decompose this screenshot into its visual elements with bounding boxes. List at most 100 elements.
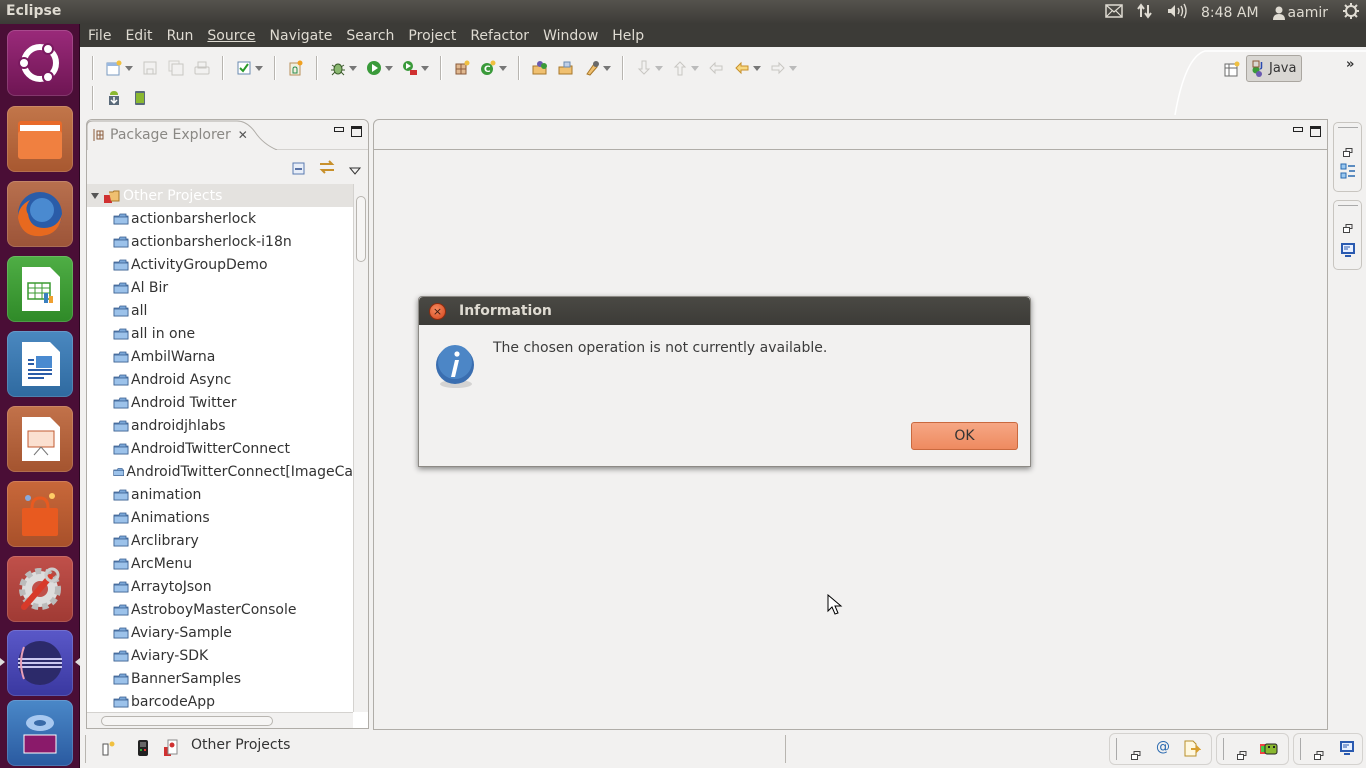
open-task-icon[interactable] bbox=[557, 59, 575, 77]
project-item[interactable]: actionbarsherlock-i18n bbox=[87, 230, 353, 253]
android-sdk-manager-icon[interactable] bbox=[105, 89, 123, 107]
expand-toggle-icon[interactable] bbox=[91, 192, 99, 199]
task-dropdown[interactable] bbox=[255, 65, 263, 71]
console-trim-icon[interactable] bbox=[1339, 740, 1355, 760]
back-icon[interactable] bbox=[733, 59, 751, 77]
project-item[interactable]: AstroboyMasterConsole bbox=[87, 598, 353, 621]
menu-refactor[interactable]: Refactor bbox=[470, 28, 529, 44]
project-item[interactable]: Animations bbox=[87, 506, 353, 529]
launcher-libreoffice-impress[interactable] bbox=[7, 406, 73, 472]
menu-file[interactable]: File bbox=[88, 28, 111, 44]
project-item[interactable]: ActivityGroupDemo bbox=[87, 253, 353, 276]
tab-package-explorer[interactable]: Package Explorer ✕ bbox=[87, 120, 267, 150]
javadoc-icon[interactable]: @ bbox=[1156, 739, 1170, 755]
menu-source[interactable]: Source bbox=[207, 28, 255, 44]
project-item[interactable]: Arclibrary bbox=[87, 529, 353, 552]
java-perspective-button[interactable]: J Java bbox=[1246, 55, 1302, 82]
project-item[interactable]: Aviary-Sample bbox=[87, 621, 353, 644]
open-type-icon[interactable] bbox=[531, 59, 549, 77]
mail-icon[interactable] bbox=[1105, 4, 1123, 22]
project-item[interactable]: Android Async bbox=[87, 368, 353, 391]
project-item[interactable]: Android Twitter bbox=[87, 391, 353, 414]
open-perspective-icon[interactable] bbox=[1224, 61, 1240, 81]
clock[interactable]: 8:48 AM bbox=[1201, 5, 1259, 21]
new-icon[interactable] bbox=[105, 59, 123, 77]
launcher-libreoffice-calc[interactable] bbox=[7, 256, 73, 322]
new-dropdown[interactable] bbox=[125, 65, 133, 71]
vertical-scrollbar[interactable] bbox=[353, 184, 368, 712]
project-item[interactable]: all bbox=[87, 299, 353, 322]
project-item[interactable]: AndroidTwitterConnect bbox=[87, 437, 353, 460]
project-item[interactable]: BannerSamples bbox=[87, 667, 353, 690]
restore-console-icon[interactable] bbox=[1343, 218, 1353, 237]
logcat-icon[interactable] bbox=[1260, 741, 1280, 761]
outline-icon[interactable] bbox=[1340, 163, 1356, 183]
console-icon[interactable] bbox=[1340, 242, 1356, 262]
device-icon[interactable] bbox=[137, 739, 149, 761]
show-more-perspectives-icon[interactable]: » bbox=[1346, 57, 1354, 72]
new-fast-view-icon[interactable] bbox=[102, 740, 116, 760]
new-java-package-icon[interactable] bbox=[453, 59, 471, 77]
project-item[interactable]: ArraytoJson bbox=[87, 575, 353, 598]
close-view-icon[interactable]: ✕ bbox=[238, 128, 248, 142]
run-dropdown[interactable] bbox=[385, 65, 393, 71]
collapse-all-icon[interactable] bbox=[292, 161, 306, 180]
project-item[interactable]: ArcMenu bbox=[87, 552, 353, 575]
launcher-firefox[interactable] bbox=[7, 181, 73, 247]
launcher-eclipse[interactable] bbox=[7, 630, 73, 696]
project-item[interactable]: Al Bir bbox=[87, 276, 353, 299]
task-icon[interactable] bbox=[235, 59, 253, 77]
debug-dropdown[interactable] bbox=[349, 65, 357, 71]
minimize-view-icon[interactable] bbox=[334, 127, 344, 132]
menu-search[interactable]: Search bbox=[346, 28, 394, 44]
power-icon[interactable] bbox=[1342, 2, 1360, 24]
project-item[interactable]: barcodeApp bbox=[87, 690, 353, 712]
back-dropdown[interactable] bbox=[753, 65, 761, 71]
menu-window[interactable]: Window bbox=[543, 28, 598, 44]
user-menu[interactable]: aamir bbox=[1272, 5, 1328, 21]
link-with-editor-icon[interactable] bbox=[318, 158, 336, 180]
dialog-close-button[interactable]: × bbox=[429, 302, 446, 320]
menu-run[interactable]: Run bbox=[167, 28, 194, 44]
restore-outline-icon[interactable] bbox=[1343, 142, 1353, 161]
view-menu-icon[interactable] bbox=[348, 160, 362, 179]
ok-button[interactable]: OK bbox=[911, 422, 1018, 450]
minimize-editor-icon[interactable] bbox=[1293, 127, 1303, 132]
restore-console-stack-icon[interactable] bbox=[1314, 745, 1324, 764]
external-tools-dropdown[interactable] bbox=[421, 65, 429, 71]
project-item[interactable]: Aviary-SDK bbox=[87, 644, 353, 667]
launcher-files[interactable] bbox=[7, 106, 73, 172]
menu-help[interactable]: Help bbox=[612, 28, 644, 44]
new-java-class-icon[interactable]: C bbox=[479, 59, 497, 77]
new-android-project-icon[interactable] bbox=[287, 59, 305, 77]
new-java-class-dropdown[interactable] bbox=[499, 65, 507, 71]
network-icon[interactable] bbox=[1137, 3, 1153, 23]
restore-android-stack-icon[interactable] bbox=[1237, 745, 1247, 764]
restore-bottom-stack-icon[interactable] bbox=[1131, 745, 1141, 764]
declaration-icon[interactable] bbox=[1183, 740, 1202, 762]
external-tools-icon[interactable] bbox=[401, 59, 419, 77]
launcher-libreoffice-writer[interactable] bbox=[7, 331, 73, 397]
menu-project[interactable]: Project bbox=[408, 28, 456, 44]
maximize-editor-icon[interactable] bbox=[1310, 126, 1321, 137]
run-icon[interactable] bbox=[365, 59, 383, 77]
menu-navigate[interactable]: Navigate bbox=[270, 28, 333, 44]
launcher-system-settings[interactable] bbox=[7, 556, 73, 622]
vertical-scroll-thumb[interactable] bbox=[356, 196, 366, 262]
maximize-view-icon[interactable] bbox=[351, 126, 362, 137]
horizontal-scroll-thumb[interactable] bbox=[101, 716, 273, 726]
android-avd-manager-icon[interactable] bbox=[131, 89, 149, 107]
search-icon[interactable] bbox=[583, 59, 601, 77]
launcher-dash-home[interactable] bbox=[7, 30, 73, 96]
project-item[interactable]: all in one bbox=[87, 322, 353, 345]
debug-icon[interactable] bbox=[329, 59, 347, 77]
menu-edit[interactable]: Edit bbox=[125, 28, 152, 44]
search-dropdown[interactable] bbox=[603, 65, 611, 71]
volume-icon[interactable] bbox=[1167, 3, 1187, 23]
project-item[interactable]: AndroidTwitterConnect[ImageCa bbox=[87, 460, 353, 483]
launcher-workspace-switcher[interactable] bbox=[7, 700, 73, 766]
horizontal-scrollbar[interactable] bbox=[87, 712, 353, 728]
launcher-software-center[interactable] bbox=[7, 481, 73, 547]
project-item[interactable]: animation bbox=[87, 483, 353, 506]
project-item[interactable]: actionbarsherlock bbox=[87, 207, 353, 230]
